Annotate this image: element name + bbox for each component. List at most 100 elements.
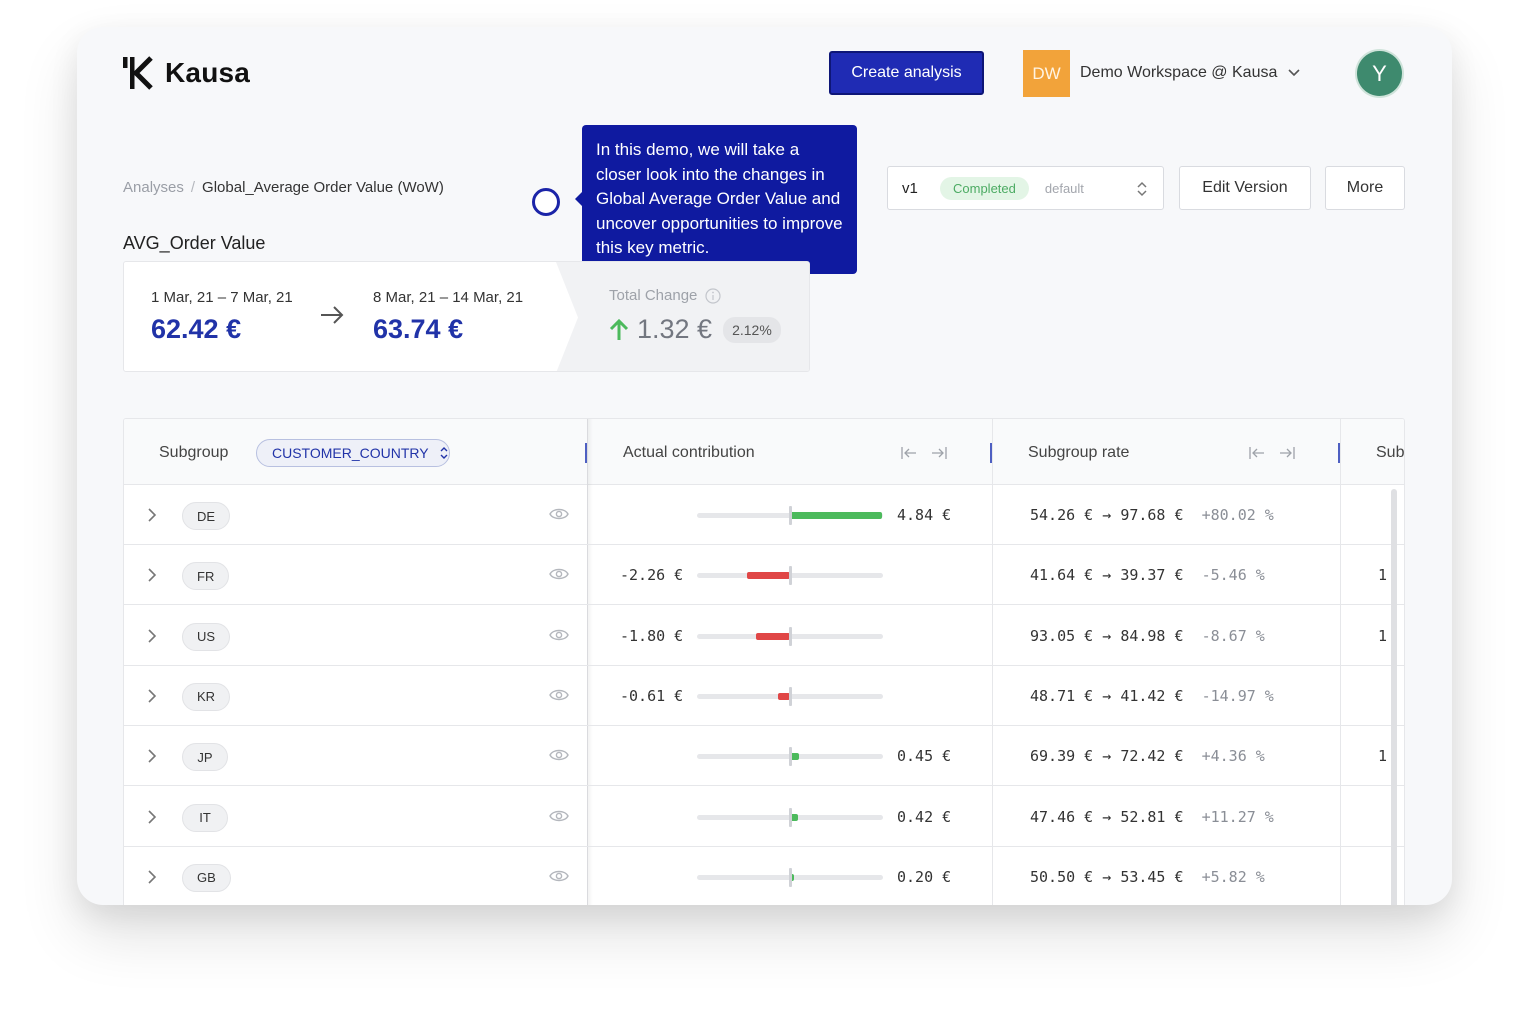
table-row[interactable]: FR -2.26 € 41.64 € → 39.37 € -5.46 % 1 [124, 545, 1404, 606]
arrow-up-icon [609, 318, 629, 340]
table-row[interactable]: DE 4.84 € 54.26 € → 97.68 € +80.02 % [124, 485, 1404, 545]
rate-from: 50.50 € [1030, 867, 1094, 886]
workspace-badge: DW [1023, 50, 1070, 97]
rate-from: 54.26 € [1030, 506, 1094, 524]
subgroup-rate: 93.05 € → 84.98 € -8.67 % [1030, 626, 1265, 645]
contribution-bar [747, 572, 790, 580]
rate-to: 41.42 € [1120, 686, 1184, 705]
eye-icon[interactable] [549, 808, 569, 824]
country-tag: DE [182, 502, 231, 530]
version-select[interactable]: v1 Completed default [887, 166, 1164, 210]
table-row[interactable]: IT 0.42 € 47.46 € → 52.81 € +11.27 % [124, 787, 1404, 847]
chevron-right-icon[interactable] [146, 506, 158, 524]
zero-marker [789, 807, 792, 827]
chevron-right-icon[interactable] [146, 566, 158, 584]
contribution-value: -1.80 € [620, 626, 684, 645]
tour-tooltip-text: In this demo, we will take a closer look… [596, 140, 843, 257]
rate-to: 52.81 € [1120, 807, 1184, 826]
rate-from: 69.39 € [1030, 747, 1094, 766]
version-label: v1 [902, 179, 918, 197]
rate-to: 39.37 € [1120, 566, 1184, 585]
period-a-value: 62.42 € [151, 314, 242, 344]
eye-icon[interactable] [549, 687, 569, 703]
chevron-right-icon[interactable] [146, 627, 158, 645]
workspace-name: Demo Workspace @ Kausa [1080, 64, 1278, 81]
period-b-label: 8 Mar, 21 – 14 Mar, 21 [373, 289, 524, 306]
chevron-right-icon[interactable] [146, 747, 158, 765]
brand-logo[interactable]: Kausa [123, 55, 250, 91]
chevron-right-icon[interactable] [146, 808, 158, 826]
kpi-card: 1 Mar, 21 – 7 Mar, 21 62.42 € 8 Mar, 21 … [123, 261, 810, 372]
more-button[interactable]: More [1325, 166, 1405, 210]
eye-icon[interactable] [549, 627, 569, 643]
country-tag: FR [182, 562, 230, 591]
breadcrumb-separator: / [190, 179, 196, 196]
rate-from: 41.64 € [1030, 566, 1094, 585]
chevron-right-icon[interactable] [146, 868, 158, 886]
kausa-logo-icon [123, 56, 153, 90]
contribution-bar [790, 512, 882, 519]
country-tag: JP [182, 743, 228, 772]
tooltip-arrow [575, 191, 583, 207]
collapse-left-icon[interactable] [1248, 444, 1266, 462]
vertical-scrollbar[interactable] [1391, 489, 1397, 905]
rate-change: -5.46 % [1201, 566, 1265, 585]
breadcrumb-current: Global_Average Order Value (WoW) [202, 179, 444, 196]
collapse-left-icon[interactable] [900, 444, 918, 462]
status-badge: Completed [940, 176, 1029, 200]
tour-tooltip: In this demo, we will take a closer look… [575, 125, 857, 274]
chevron-right-icon[interactable] [146, 687, 158, 705]
rate-from: 93.05 € [1030, 626, 1094, 645]
edit-version-button[interactable]: Edit Version [1179, 166, 1311, 210]
collapse-right-icon[interactable] [1278, 444, 1296, 462]
collapse-right-icon[interactable] [930, 444, 948, 462]
sub-column-header: Sub [1376, 444, 1405, 461]
chevron-updown-icon [440, 447, 448, 459]
rate-from: 47.46 € [1030, 807, 1094, 826]
rate-change: +11.27 % [1201, 807, 1274, 826]
rate-change: +5.82 % [1201, 867, 1265, 886]
total-change-text: Total Change [609, 287, 698, 304]
eye-icon[interactable] [549, 868, 569, 884]
breadcrumb-analyses-link[interactable]: Analyses [123, 179, 184, 196]
table-row[interactable]: US -1.80 € 93.05 € → 84.98 € -8.67 % 1 [124, 606, 1404, 666]
subgroup-rate: 54.26 € → 97.68 € +80.02 % [1030, 506, 1274, 524]
rate-to: 97.68 € [1120, 506, 1184, 524]
eye-icon[interactable] [549, 566, 569, 582]
brand-name: Kausa [165, 57, 251, 88]
app-window: Kausa Create analysis DW Demo Workspace … [77, 27, 1452, 905]
zero-marker [789, 626, 792, 646]
sub-column-value: 1 [1378, 626, 1388, 645]
info-icon[interactable] [705, 287, 722, 304]
period-a-label: 1 Mar, 21 – 7 Mar, 21 [151, 289, 293, 306]
eye-icon[interactable] [549, 506, 569, 522]
table-row[interactable]: JP 0.45 € 69.39 € → 72.42 € +4.36 % 1 [124, 726, 1404, 787]
total-change-row: 1.32 € 2.12% [609, 314, 781, 345]
table-row[interactable]: GB 0.20 € 50.50 € → 53.45 € +5.82 % [124, 847, 1404, 905]
country-tag: IT [182, 803, 228, 832]
subgroup-rate-header: Subgroup rate [1028, 444, 1130, 461]
subgroup-selector-label: CUSTOMER_COUNTRY [272, 445, 429, 461]
workspace-switcher[interactable]: Demo Workspace @ Kausa [1080, 64, 1301, 82]
zero-marker [789, 747, 792, 767]
contribution-value: -0.61 € [620, 686, 684, 705]
subgroup-rate: 50.50 € → 53.45 € +5.82 % [1030, 867, 1265, 886]
breadcrumb: Analyses / Global_Average Order Value (W… [123, 179, 444, 196]
rate-change: +80.02 % [1201, 506, 1274, 524]
arrow-right-icon [321, 306, 344, 324]
user-avatar[interactable]: Y [1357, 51, 1402, 96]
country-tag: KR [182, 682, 231, 711]
tour-hotspot[interactable] [532, 188, 560, 216]
total-change-value: 1.32 € [637, 314, 713, 344]
sub-column-value: 1 [1378, 566, 1388, 585]
create-analysis-button[interactable]: Create analysis [829, 51, 984, 95]
subgroup-selector[interactable]: CUSTOMER_COUNTRY [256, 439, 450, 467]
subgroup-header: Subgroup [159, 444, 229, 461]
table-row[interactable]: KR -0.61 € 48.71 € → 41.42 € -14.97 % [124, 666, 1404, 726]
eye-icon[interactable] [549, 747, 569, 763]
rate-to: 53.45 € [1120, 867, 1184, 886]
chevron-down-icon [1288, 69, 1300, 77]
contribution-bar [755, 632, 790, 640]
subgroup-rate: 41.64 € → 39.37 € -5.46 % [1030, 566, 1265, 585]
chevron-updown-icon [1137, 181, 1147, 197]
